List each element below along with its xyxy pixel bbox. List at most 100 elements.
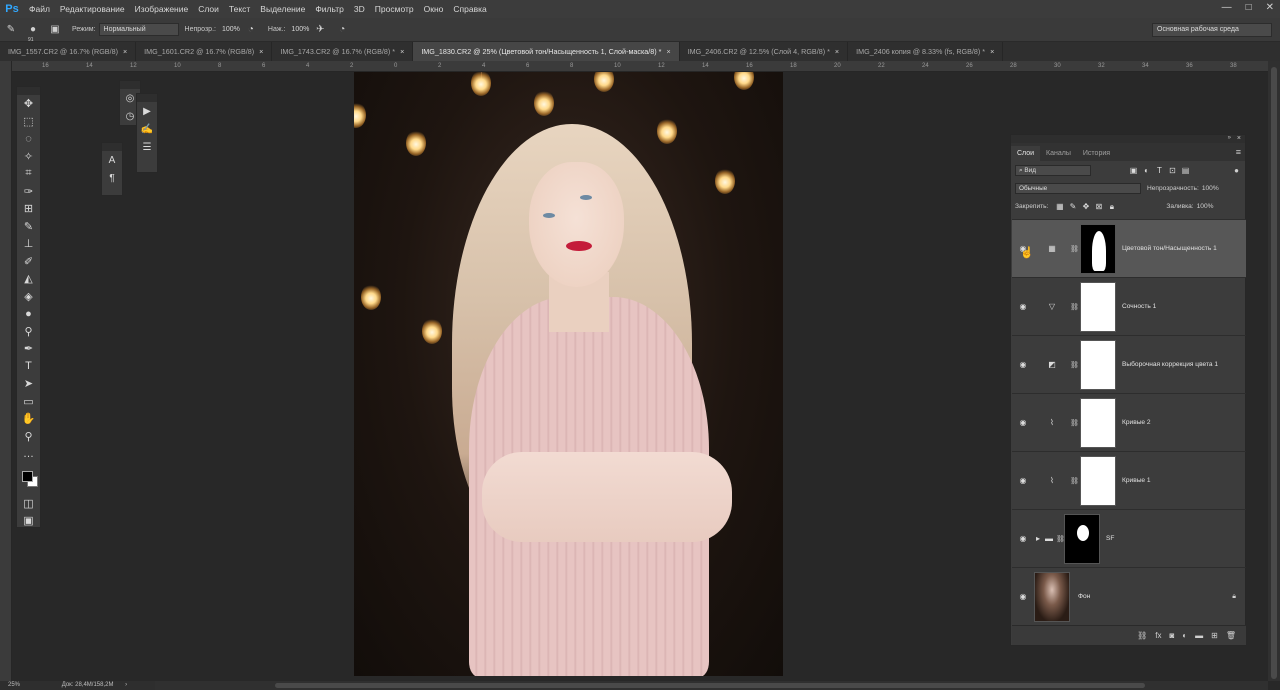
tab-img-2406[interactable]: IMG_2406.CR2 @ 12.5% (Слой 4, RGB/8) * × bbox=[680, 42, 849, 61]
zoom-tool-icon[interactable]: ⚲ bbox=[17, 428, 40, 446]
quick-mask-icon[interactable]: ◫ bbox=[17, 495, 40, 513]
brush-tool-icon[interactable]: ✎ bbox=[4, 23, 18, 37]
menu-view[interactable]: Просмотр bbox=[370, 4, 419, 14]
visibility-eye-icon[interactable]: ◉ bbox=[1018, 418, 1028, 427]
lasso-tool-icon[interactable]: ◌ bbox=[17, 130, 40, 148]
foreground-color-swatch[interactable] bbox=[22, 471, 33, 482]
filter-pixel-icon[interactable]: ▣ bbox=[1128, 165, 1139, 176]
horizontal-scrollbar[interactable] bbox=[155, 681, 1268, 690]
tab-close-icon[interactable]: × bbox=[990, 47, 994, 56]
menu-select[interactable]: Выделение bbox=[255, 4, 310, 14]
paint-bucket-icon[interactable]: ◈ bbox=[17, 288, 40, 306]
layer-mask-thumbnail[interactable] bbox=[1080, 340, 1116, 390]
close-button[interactable]: ✕ bbox=[1266, 2, 1274, 13]
rectangle-tool-icon[interactable]: ▭ bbox=[17, 393, 40, 411]
minimize-button[interactable]: — bbox=[1222, 2, 1232, 13]
crop-tool-icon[interactable]: ⌗ bbox=[17, 165, 40, 183]
layer-mask-thumbnail[interactable] bbox=[1080, 398, 1116, 448]
pressure-size-icon[interactable]: ◔ bbox=[335, 23, 349, 37]
menu-image[interactable]: Изображение bbox=[130, 4, 194, 14]
layer-mask-thumbnail[interactable] bbox=[1064, 514, 1100, 564]
link-icon[interactable]: ⛓ bbox=[1070, 245, 1079, 253]
add-mask-icon[interactable]: ◙ bbox=[1169, 631, 1174, 640]
menu-3d[interactable]: 3D bbox=[349, 4, 370, 14]
layer-row-group-sf[interactable]: ◉ ▸ ▬ ⛓ SF bbox=[1012, 509, 1246, 567]
lock-artboard-icon[interactable]: ⊠ bbox=[1093, 201, 1104, 212]
move-tool-icon[interactable]: ✥ bbox=[17, 95, 40, 113]
blend-mode-select[interactable]: Обычные bbox=[1015, 182, 1141, 194]
link-icon[interactable]: ⛓ bbox=[1070, 477, 1079, 485]
mini-panel-header[interactable] bbox=[137, 94, 157, 102]
dodge-tool-icon[interactable]: ⚲ bbox=[17, 323, 40, 341]
tab-img-1830[interactable]: IMG_1830.CR2 @ 25% (Цветовой тон/Насыщен… bbox=[413, 42, 680, 61]
type-tool-icon[interactable]: T bbox=[17, 358, 40, 376]
link-layers-icon[interactable]: ⛓ bbox=[1137, 631, 1147, 640]
scroll-thumb[interactable] bbox=[275, 683, 1145, 688]
tab-layers[interactable]: Слои bbox=[1011, 146, 1041, 161]
scroll-thumb[interactable] bbox=[1271, 67, 1277, 679]
lock-transparent-icon[interactable]: ▦ bbox=[1054, 201, 1065, 212]
tab-img-1601[interactable]: IMG_1601.CR2 @ 16.7% (RGB/8) × bbox=[136, 42, 273, 61]
link-icon[interactable]: ⛓ bbox=[1070, 419, 1079, 427]
new-adjustment-icon[interactable]: ◐ bbox=[1182, 631, 1187, 640]
delete-layer-icon[interactable]: 🗑︎ bbox=[1226, 631, 1236, 640]
filter-toggle-icon[interactable]: ● bbox=[1234, 166, 1239, 175]
layer-filter-select[interactable]: ⌕ Вид bbox=[1015, 164, 1091, 176]
filter-type-icon[interactable]: T bbox=[1154, 165, 1165, 176]
horizontal-ruler[interactable]: 16 14 12 10 8 6 4 2 0 2 4 6 8 10 12 14 16 18 20 22 24 26 28 30 3… bbox=[12, 61, 1268, 72]
status-menu-arrow[interactable]: › bbox=[125, 682, 127, 688]
character-icon[interactable]: A bbox=[102, 151, 122, 169]
menu-filter[interactable]: Фильтр bbox=[310, 4, 349, 14]
brush-panel-icon[interactable]: ▣ bbox=[48, 23, 62, 37]
screen-mode-icon[interactable]: ▣ bbox=[17, 512, 40, 530]
filter-adjustment-icon[interactable]: ◐ bbox=[1141, 165, 1152, 176]
visibility-eye-icon[interactable]: ◉ bbox=[1018, 534, 1028, 543]
brush-tool-icon[interactable]: ✎ bbox=[17, 218, 40, 236]
path-selection-icon[interactable]: ➤ bbox=[17, 375, 40, 393]
layer-row-background[interactable]: ◉ Фон 🔒︎ bbox=[1012, 567, 1246, 625]
lock-all-icon[interactable]: 🔒︎ bbox=[1106, 201, 1117, 212]
tab-close-icon[interactable]: × bbox=[400, 47, 404, 56]
tab-history[interactable]: История bbox=[1077, 146, 1116, 161]
mini-panel-header[interactable] bbox=[102, 143, 122, 151]
maximize-button[interactable]: □ bbox=[1246, 2, 1252, 13]
brush-preset-icon[interactable]: ● 91 bbox=[26, 23, 40, 43]
menu-help[interactable]: Справка bbox=[448, 4, 491, 14]
menu-window[interactable]: Окно bbox=[419, 4, 449, 14]
layer-mask-thumbnail[interactable] bbox=[1080, 224, 1116, 274]
magic-wand-icon[interactable]: ✧ bbox=[17, 148, 40, 166]
document-canvas[interactable] bbox=[354, 72, 783, 676]
play-action-icon[interactable]: ▶ bbox=[137, 102, 157, 120]
tab-img-1557[interactable]: IMG_1557.CR2 @ 16.7% (RGB/8) × bbox=[0, 42, 137, 61]
hand-tool-icon[interactable]: ✋ bbox=[17, 410, 40, 428]
mini-panel-header[interactable] bbox=[120, 81, 140, 89]
eyedropper-icon[interactable]: ✑ bbox=[17, 183, 40, 201]
menu-edit[interactable]: Редактирование bbox=[55, 4, 130, 14]
tab-close-icon[interactable]: × bbox=[123, 47, 127, 56]
visibility-eye-icon[interactable]: ◉ bbox=[1018, 592, 1028, 601]
visibility-eye-icon[interactable]: ◉ bbox=[1018, 302, 1028, 311]
layer-mask-thumbnail[interactable] bbox=[1080, 456, 1116, 506]
paragraph-icon[interactable]: ¶ bbox=[102, 169, 122, 187]
tools-panel-header[interactable] bbox=[17, 87, 40, 95]
eraser-icon[interactable]: ◭ bbox=[17, 270, 40, 288]
brush-settings-icon[interactable]: ✍ bbox=[137, 120, 157, 138]
tab-img-1743[interactable]: IMG_1743.CR2 @ 16.7% (RGB/8) * × bbox=[272, 42, 414, 61]
history-brush-icon[interactable]: ✐ bbox=[17, 253, 40, 271]
tab-img-2406-copy[interactable]: IMG_2406 копия @ 8.33% (fs, RGB/8) * × bbox=[848, 42, 1004, 61]
vertical-ruler[interactable] bbox=[0, 61, 12, 681]
mode-select[interactable]: Нормальный bbox=[98, 23, 179, 36]
menu-layers[interactable]: Слои bbox=[193, 4, 224, 14]
adjustments-icon[interactable]: ☰ bbox=[137, 138, 157, 156]
layer-row-curves-2[interactable]: ◉ ⌇ ⛓ Кривые 2 bbox=[1012, 393, 1246, 451]
layer-mask-thumbnail[interactable] bbox=[1080, 282, 1116, 332]
layer-style-icon[interactable]: fx bbox=[1155, 631, 1161, 640]
more-tools-icon[interactable]: … bbox=[17, 445, 40, 463]
flow-value[interactable]: 100% bbox=[291, 26, 309, 33]
layers-panel-header[interactable]: » × bbox=[1011, 135, 1245, 143]
background-thumbnail[interactable] bbox=[1034, 572, 1070, 622]
filter-shape-icon[interactable]: ⊡ bbox=[1167, 165, 1178, 176]
menu-file[interactable]: Файл bbox=[24, 4, 55, 14]
clone-stamp-icon[interactable]: ⊥ bbox=[17, 235, 40, 253]
pressure-opacity-icon[interactable]: ◔ bbox=[244, 23, 258, 37]
